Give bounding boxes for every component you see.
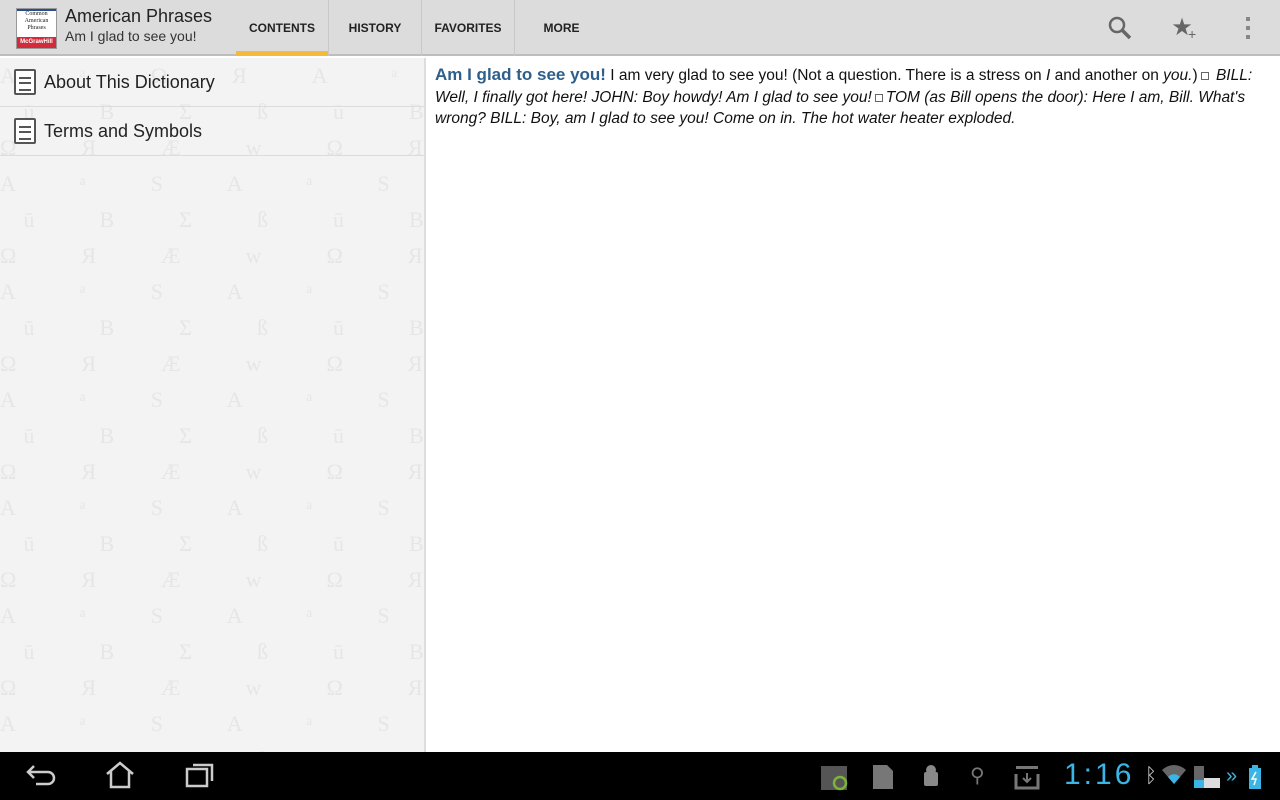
- recent-apps-icon[interactable]: [184, 760, 216, 797]
- contents-sidebar: A ᵃ Ω Я A ᵃ Ω Я A ū B Σ ß ū B Σ ß ū Ω Я …: [0, 58, 426, 752]
- keyboard-battery-icon[interactable]: [1192, 764, 1222, 796]
- sidebar-item-label: About This Dictionary: [44, 71, 215, 92]
- home-icon[interactable]: [104, 760, 136, 797]
- entry-definition-end: ): [1192, 67, 1198, 84]
- separator-square-icon: [1200, 72, 1209, 80]
- download-icon[interactable]: [1014, 764, 1040, 796]
- tab-history[interactable]: HISTORY: [329, 0, 422, 56]
- battery-charging-icon[interactable]: [1248, 764, 1262, 796]
- expand-chevrons-icon[interactable]: »: [1226, 764, 1237, 788]
- android-debug-icon[interactable]: [920, 764, 942, 796]
- bluetooth-icon[interactable]: ᛒ: [1145, 764, 1157, 788]
- sidebar-item-about[interactable]: About This Dictionary: [0, 58, 424, 107]
- entry-headword: Am I glad to see you!: [435, 65, 606, 84]
- tab-bar: CONTENTS HISTORY FAVORITES MORE: [236, 0, 608, 56]
- entry-definition-cont: and another on: [1050, 67, 1164, 84]
- action-bar: Common American Phrases McGrawHill American…: [0, 0, 1280, 56]
- system-bar: ⚲ 1:16 ᛒ »: [0, 752, 1280, 800]
- wifi-icon[interactable]: [1162, 764, 1186, 792]
- document-icon: [14, 69, 36, 95]
- clock[interactable]: 1:16: [1064, 758, 1134, 792]
- separator-square-icon: [874, 93, 883, 102]
- sidebar-item-label: Terms and Symbols: [44, 120, 203, 141]
- app-title: American Phrases: [65, 6, 213, 26]
- app-subtitle: Am I glad to see you!: [65, 28, 197, 44]
- tab-favorites[interactable]: FAVORITES: [422, 0, 515, 56]
- star-add-icon[interactable]: ★ +: [1168, 14, 1196, 42]
- sidebar-item-terms[interactable]: Terms and Symbols: [0, 107, 424, 156]
- usb-icon[interactable]: ⚲: [970, 764, 985, 788]
- overflow-menu-icon[interactable]: [1234, 14, 1262, 42]
- entry-content: Am I glad to see you! I am very glad to …: [435, 64, 1270, 130]
- sync-notification-icon[interactable]: [820, 764, 848, 798]
- entry-definition: I am very glad to see you! (Not a questi…: [605, 67, 1046, 84]
- tab-more[interactable]: MORE: [515, 0, 608, 56]
- document-icon: [14, 118, 36, 144]
- search-icon[interactable]: [1106, 14, 1134, 42]
- watermark-pattern: A ᵃ Ω Я A ᵃ Ω Я A ū B Σ ß ū B Σ ß ū Ω Я …: [0, 63, 424, 752]
- stress-word: you.: [1163, 67, 1193, 84]
- sd-card-icon[interactable]: [872, 764, 894, 796]
- tab-contents[interactable]: CONTENTS: [236, 0, 329, 56]
- back-icon[interactable]: [24, 760, 58, 797]
- app-logo[interactable]: Common American Phrases McGrawHill: [16, 8, 57, 49]
